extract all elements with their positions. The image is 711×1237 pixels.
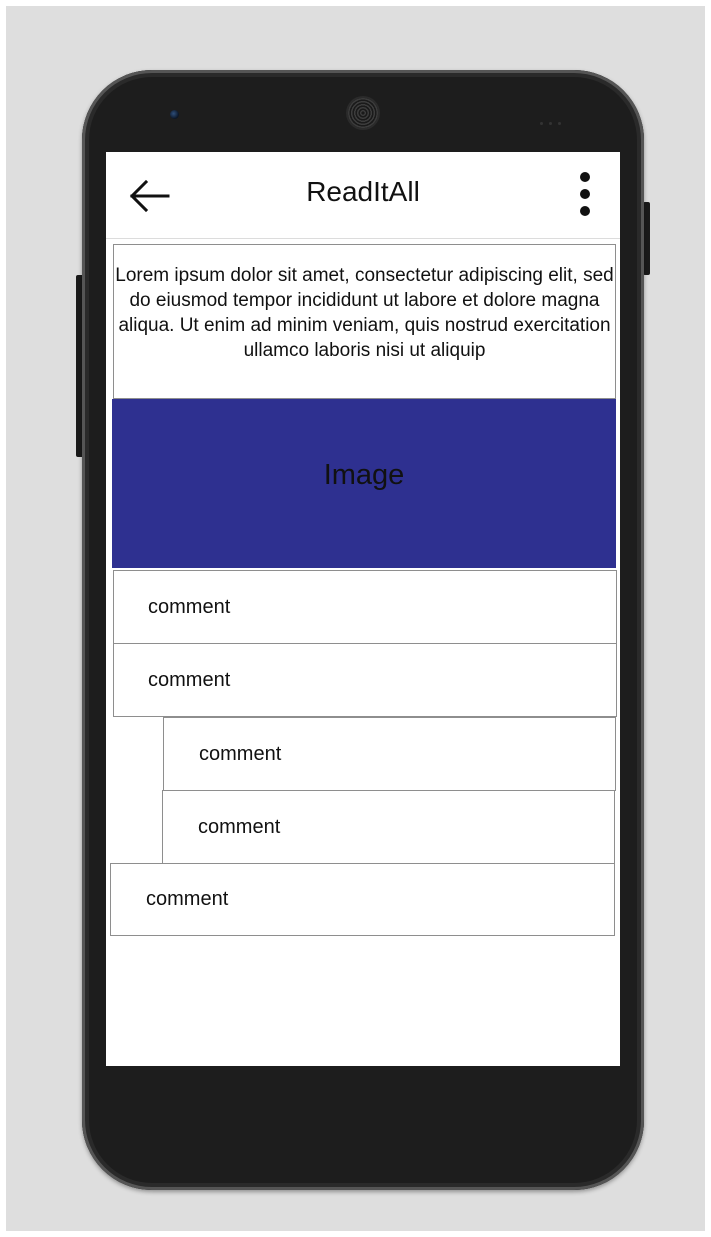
comment-text: comment [148, 668, 231, 691]
comment-text: comment [146, 888, 229, 910]
earpiece-speaker [348, 98, 378, 128]
post-text: Lorem ipsum dolor sit amet, consectetur … [113, 244, 616, 399]
phone-screen: ReadItAll Lorem ipsum dolor sit amet, co… [106, 152, 620, 1066]
comment-item[interactable]: comment [113, 643, 617, 717]
power-button [643, 202, 650, 275]
comment-item[interactable]: comment [113, 570, 617, 644]
proximity-sensors [540, 112, 568, 125]
more-vertical-icon[interactable] [574, 170, 596, 220]
comment-reply-item[interactable]: comment [163, 717, 616, 791]
comment-reply-item[interactable]: comment [162, 790, 615, 864]
app-bar: ReadItAll [106, 152, 620, 239]
comment-text: comment [148, 595, 231, 618]
image-label: Image [323, 459, 405, 491]
comment-text: comment [199, 742, 282, 765]
comment-item[interactable]: comment [110, 863, 615, 936]
app-title: ReadItAll [306, 176, 420, 207]
image-placeholder: Image [112, 399, 616, 568]
front-camera [170, 110, 179, 119]
comment-text: comment [198, 815, 281, 838]
